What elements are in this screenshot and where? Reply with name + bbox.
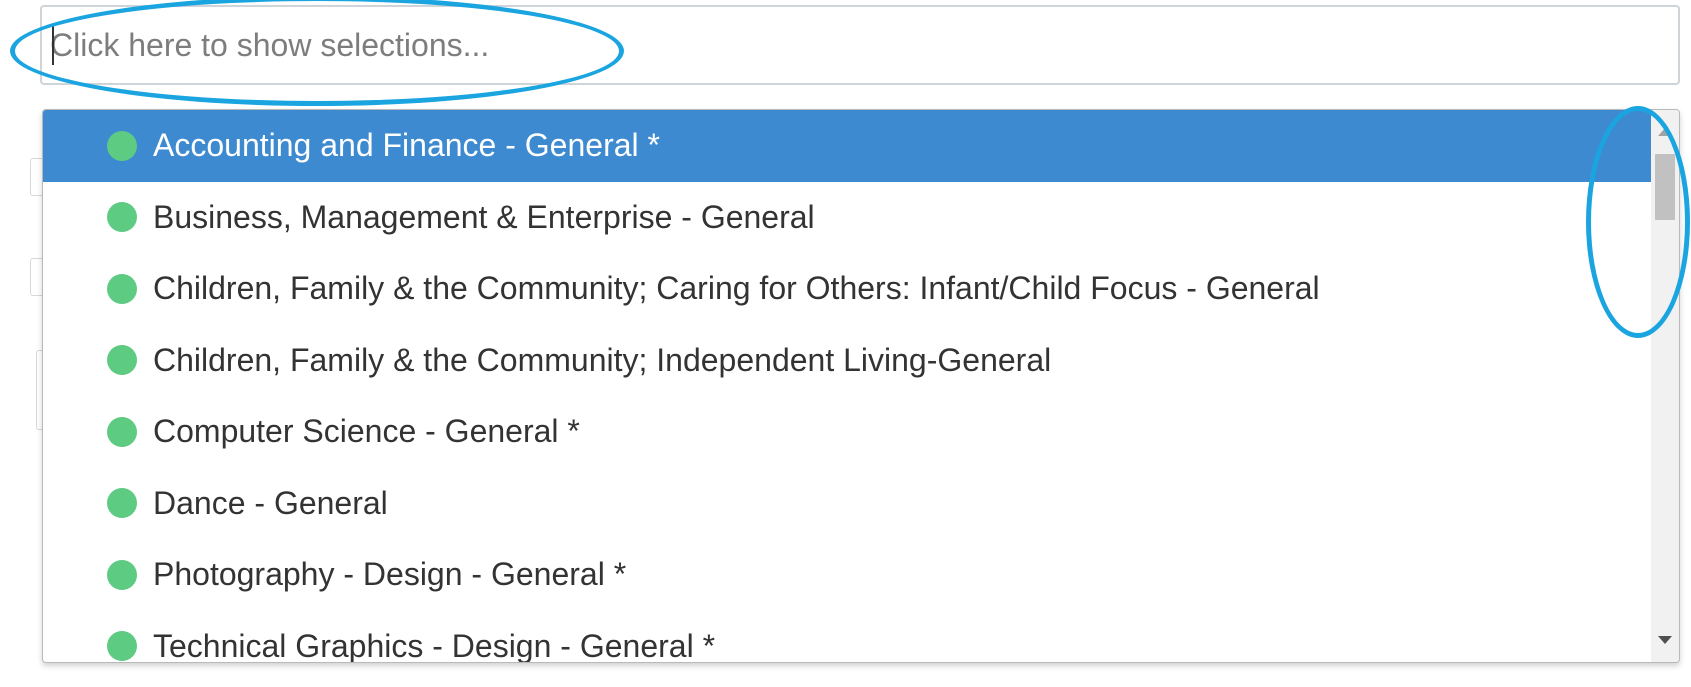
- green-dot-icon: [107, 631, 137, 662]
- green-dot-icon: [107, 202, 137, 233]
- option-dance[interactable]: Dance - General: [43, 468, 1651, 540]
- green-dot-icon: [107, 130, 137, 161]
- option-photography[interactable]: Photography - Design - General *: [43, 539, 1651, 611]
- option-label: Children, Family & the Community; Indepe…: [153, 341, 1052, 378]
- option-label: Computer Science - General *: [153, 413, 580, 450]
- option-label: Photography - Design - General *: [153, 556, 627, 593]
- option-label: Accounting and Finance - General *: [153, 127, 660, 164]
- option-children-caring[interactable]: Children, Family & the Community; Caring…: [43, 253, 1651, 325]
- green-dot-icon: [107, 273, 137, 304]
- options-list: Accounting and Finance - General * Busin…: [43, 110, 1651, 662]
- option-children-independent-living[interactable]: Children, Family & the Community; Indepe…: [43, 325, 1651, 397]
- option-accounting-finance[interactable]: Accounting and Finance - General *: [43, 110, 1651, 182]
- option-computer-science[interactable]: Computer Science - General *: [43, 396, 1651, 468]
- green-dot-icon: [107, 488, 137, 519]
- green-dot-icon: [107, 559, 137, 590]
- green-dot-icon: [107, 345, 137, 376]
- scroll-down-button[interactable]: [1651, 626, 1679, 654]
- text-caret: [52, 25, 54, 65]
- search-input[interactable]: [50, 17, 1650, 73]
- scroll-up-button[interactable]: [1651, 118, 1679, 146]
- option-technical-graphics[interactable]: Technical Graphics - Design - General *: [43, 611, 1651, 662]
- selection-dropdown: Accounting and Finance - General * Busin…: [42, 109, 1680, 663]
- option-label: Business, Management & Enterprise - Gene…: [153, 198, 815, 235]
- green-dot-icon: [107, 416, 137, 447]
- option-label: Technical Graphics - Design - General *: [153, 627, 716, 662]
- option-label: Dance - General: [153, 484, 388, 521]
- arrow-down-icon: [1658, 636, 1672, 644]
- scrollbar-thumb[interactable]: [1655, 154, 1675, 220]
- search-field[interactable]: [40, 5, 1680, 85]
- arrow-up-icon: [1658, 128, 1672, 136]
- option-label: Children, Family & the Community; Caring…: [153, 270, 1320, 307]
- scrollbar[interactable]: [1651, 110, 1679, 662]
- option-business-management[interactable]: Business, Management & Enterprise - Gene…: [43, 182, 1651, 254]
